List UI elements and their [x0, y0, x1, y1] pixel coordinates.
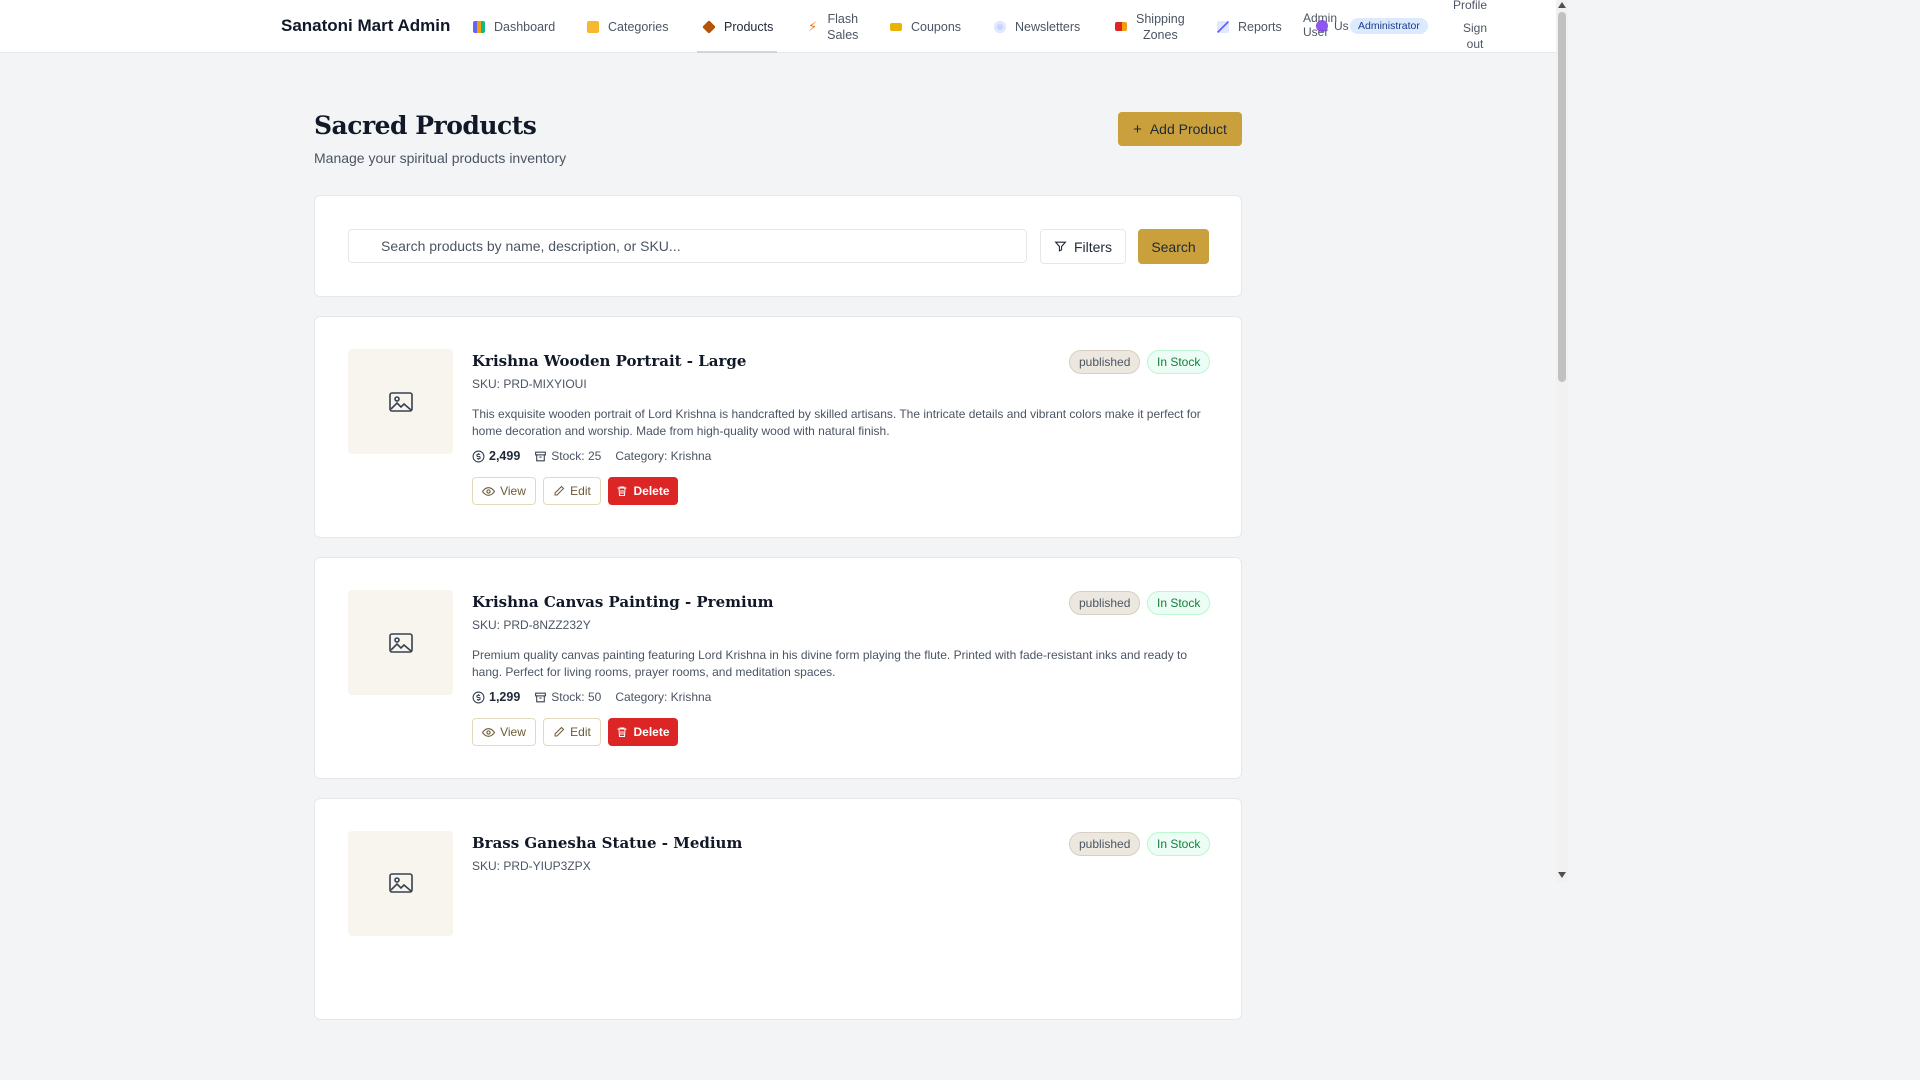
page-subtitle: Manage your spiritual products inventory	[314, 150, 567, 166]
product-sku: SKU: PRD-8NZZ232Y	[472, 618, 591, 632]
trend-icon	[1217, 20, 1229, 33]
truck-icon	[1115, 22, 1127, 31]
product-image-placeholder	[348, 590, 453, 695]
nav-item-products[interactable]: Products	[696, 0, 778, 53]
nav-label: Products	[724, 19, 774, 34]
search-button[interactable]: Search	[1138, 229, 1209, 264]
plus-icon: +	[1133, 120, 1142, 138]
currency-icon	[472, 450, 485, 462]
add-product-button[interactable]: + Add Product	[1118, 112, 1242, 146]
folder-icon	[587, 20, 599, 33]
product-name[interactable]: Krishna Canvas Painting - Premium	[472, 593, 773, 611]
status-badge: published	[1069, 832, 1141, 856]
users-link[interactable]: Us	[1316, 19, 1349, 33]
nav-item-categories[interactable]: Categories	[587, 0, 668, 53]
edit-button[interactable]: Edit	[543, 477, 601, 505]
product-meta: 2,499 Stock: 25 Category: Krishna	[472, 449, 711, 463]
scroll-down-arrow-icon[interactable]	[1558, 872, 1566, 878]
product-image-placeholder	[348, 349, 453, 454]
package-icon	[535, 692, 547, 702]
image-icon	[388, 873, 413, 893]
nav-label: Coupons	[911, 19, 962, 34]
view-button[interactable]: View	[472, 718, 536, 746]
product-name[interactable]: Krishna Wooden Portrait - Large	[472, 352, 746, 370]
product-card: Krishna Wooden Portrait - Large SKU: PRD…	[314, 316, 1242, 538]
stock-badge: In Stock	[1147, 591, 1211, 615]
product-stock: Stock: 50	[551, 690, 602, 704]
trash-icon	[617, 486, 627, 496]
product-stock: Stock: 25	[551, 449, 602, 463]
status-badge: published	[1069, 591, 1141, 615]
product-sku: SKU: PRD-YIUP3ZPX	[472, 859, 591, 873]
scroll-thumb[interactable]	[1558, 12, 1566, 382]
nav-label: Dashboard	[494, 19, 556, 34]
product-name[interactable]: Brass Ganesha Statue - Medium	[472, 834, 742, 852]
filter-icon	[1054, 241, 1067, 252]
nav-label: Newsletters	[1015, 19, 1081, 34]
nav-item-coupons[interactable]: Coupons	[890, 0, 961, 53]
product-card: Brass Ganesha Statue - Medium SKU: PRD-Y…	[314, 798, 1242, 1020]
sign-out-button[interactable]: Sign out	[1459, 20, 1491, 52]
product-description: Premium quality canvas painting featurin…	[472, 648, 1188, 679]
role-badge: Administrator	[1350, 18, 1428, 34]
nav-label: Flash Sales	[827, 11, 859, 42]
product-price: 2,499	[489, 449, 521, 463]
search-card: Search products by name, description, or…	[314, 195, 1242, 297]
eye-icon	[482, 727, 496, 737]
page-scrollbar[interactable]	[1556, 0, 1568, 882]
filters-button[interactable]: Filters	[1040, 229, 1126, 264]
nav-label: Reports	[1238, 19, 1282, 34]
image-icon	[388, 391, 413, 412]
page-title: Sacred Products	[314, 111, 537, 140]
users-icon	[1316, 20, 1328, 32]
search-input[interactable]: Search products by name, description, or…	[348, 229, 1027, 263]
lightning-icon: ⚡	[808, 18, 818, 34]
nav-item-reports[interactable]: Reports	[1217, 0, 1282, 53]
ticket-icon	[890, 22, 902, 31]
nav-item-shipping-zones[interactable]: Shipping Zones	[1115, 0, 1185, 53]
nav-item-newsletters[interactable]: Newsletters	[994, 0, 1080, 53]
product-price: 1,299	[489, 690, 521, 704]
mail-icon	[994, 20, 1006, 33]
product-meta: 1,299 Stock: 50 Category: Krishna	[472, 690, 711, 704]
product-sku: SKU: PRD-MIXYIOUI	[472, 377, 587, 391]
package-icon	[535, 451, 547, 461]
box-icon	[702, 19, 716, 34]
product-description: This exquisite wooden portrait of Lord K…	[472, 407, 1201, 438]
nav-label: Categories	[608, 19, 669, 34]
currency-icon	[472, 691, 485, 703]
pencil-icon	[554, 726, 565, 737]
top-navbar: Sanatoni Mart Admin Dashboard Categories…	[0, 0, 1556, 53]
product-category: Category: Krishna	[615, 449, 712, 463]
view-button[interactable]: View	[472, 477, 536, 505]
stock-badge: In Stock	[1147, 350, 1211, 374]
image-icon	[388, 632, 413, 653]
nav-label: Shipping Zones	[1136, 11, 1185, 42]
profile-link[interactable]: Profile	[1453, 0, 1487, 12]
status-badge: published	[1069, 350, 1141, 374]
delete-button[interactable]: Delete	[608, 477, 678, 505]
scroll-up-arrow-icon[interactable]	[1558, 2, 1566, 8]
edit-button[interactable]: Edit	[543, 718, 601, 746]
nav-item-dashboard[interactable]: Dashboard	[473, 0, 555, 53]
brand-title[interactable]: Sanatoni Mart Admin	[281, 16, 450, 36]
eye-icon	[482, 486, 496, 496]
product-category: Category: Krishna	[615, 690, 712, 704]
chart-icon	[473, 20, 485, 33]
nav-item-flash-sales[interactable]: ⚡ Flash Sales	[808, 0, 858, 53]
product-image-placeholder	[348, 831, 453, 936]
delete-button[interactable]: Delete	[608, 718, 678, 746]
trash-icon	[617, 727, 627, 737]
product-card: Krishna Canvas Painting - Premium SKU: P…	[314, 557, 1242, 779]
stock-badge: In Stock	[1147, 832, 1211, 856]
pencil-icon	[554, 485, 565, 496]
